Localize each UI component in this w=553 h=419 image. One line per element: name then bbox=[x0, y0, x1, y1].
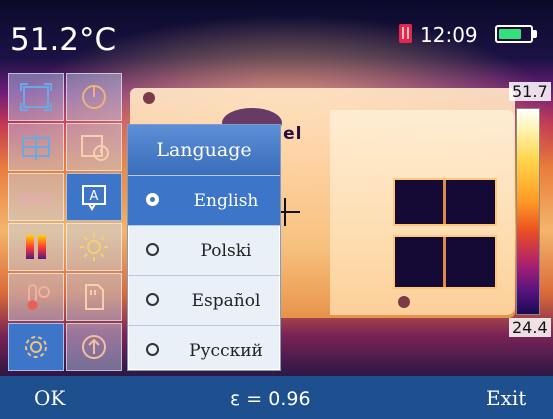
upgrade-button[interactable] bbox=[66, 323, 122, 371]
brightness-icon bbox=[80, 233, 108, 261]
thermal-camera-screen: nel 51.2°C 12:09 51.7 24.4 ((ε)) A Langu… bbox=[0, 0, 553, 419]
language-button[interactable]: A bbox=[66, 173, 122, 221]
power-button[interactable] bbox=[66, 73, 122, 121]
language-icon: A bbox=[82, 185, 106, 211]
emissivity-button[interactable]: ((ε)) bbox=[8, 173, 64, 221]
battery-fill bbox=[499, 29, 522, 39]
screw-dot bbox=[143, 92, 155, 104]
thermal-image-window-top bbox=[393, 178, 497, 226]
exit-button[interactable]: Exit bbox=[486, 386, 526, 410]
battery-tip bbox=[533, 30, 537, 38]
upgrade-icon bbox=[82, 335, 106, 359]
radio-button[interactable] bbox=[146, 292, 159, 306]
palette-icon bbox=[26, 235, 46, 259]
scale-min-label: 24.4 bbox=[509, 318, 551, 337]
radio-button[interactable] bbox=[146, 192, 159, 206]
temperature-settings-button[interactable] bbox=[8, 273, 64, 321]
svg-text:A: A bbox=[90, 189, 99, 204]
settings-gear-button[interactable] bbox=[8, 323, 64, 371]
settings-gear-icon bbox=[25, 336, 47, 358]
language-option-label: Polski bbox=[200, 240, 252, 261]
center-temperature-readout: 51.2°C bbox=[10, 22, 117, 58]
emissivity-icon: ((ε)) bbox=[21, 191, 50, 207]
palette-button[interactable] bbox=[8, 223, 64, 271]
language-menu-title: Language bbox=[128, 125, 280, 175]
svg-text:((ε)): ((ε)) bbox=[21, 191, 50, 207]
area-measure-icon bbox=[20, 83, 52, 111]
language-option-label: English bbox=[193, 190, 259, 211]
settings-icon-grid: ((ε)) A bbox=[8, 73, 124, 373]
language-option-label: Español bbox=[191, 290, 261, 311]
temperature-settings-icon bbox=[27, 284, 50, 310]
power-icon bbox=[82, 85, 106, 109]
date-time-button[interactable] bbox=[66, 123, 122, 171]
clock: 12:09 bbox=[420, 23, 478, 47]
sd-card-icon bbox=[399, 24, 412, 43]
storage-icon bbox=[85, 284, 104, 310]
battery-icon bbox=[495, 25, 533, 43]
radio-button[interactable] bbox=[146, 342, 159, 356]
color-scale-bar bbox=[516, 108, 540, 315]
brightness-button[interactable] bbox=[66, 223, 122, 271]
language-option-label: Русский bbox=[189, 340, 263, 361]
emissivity-readout: ε = 0.96 bbox=[230, 388, 311, 410]
language-option-english[interactable]: English bbox=[128, 175, 280, 225]
area-measure-button[interactable] bbox=[8, 73, 64, 121]
date-time-icon bbox=[81, 135, 109, 161]
scale-max-label: 51.7 bbox=[509, 82, 551, 101]
center-point-button[interactable] bbox=[8, 123, 64, 171]
screw-dot bbox=[398, 296, 410, 308]
crosshair-vertical bbox=[284, 198, 286, 226]
thermal-image-window-bottom bbox=[393, 235, 497, 289]
storage-button[interactable] bbox=[66, 273, 122, 321]
center-point-icon bbox=[22, 134, 50, 160]
ok-button[interactable]: OK bbox=[34, 386, 65, 410]
language-option-polski[interactable]: Polski bbox=[128, 225, 280, 275]
radio-button[interactable] bbox=[146, 242, 159, 256]
language-option-espanol[interactable]: Español bbox=[128, 275, 280, 325]
language-option-russian[interactable]: Русский bbox=[128, 325, 280, 375]
language-menu: Language English Polski Español Русский bbox=[127, 124, 281, 371]
